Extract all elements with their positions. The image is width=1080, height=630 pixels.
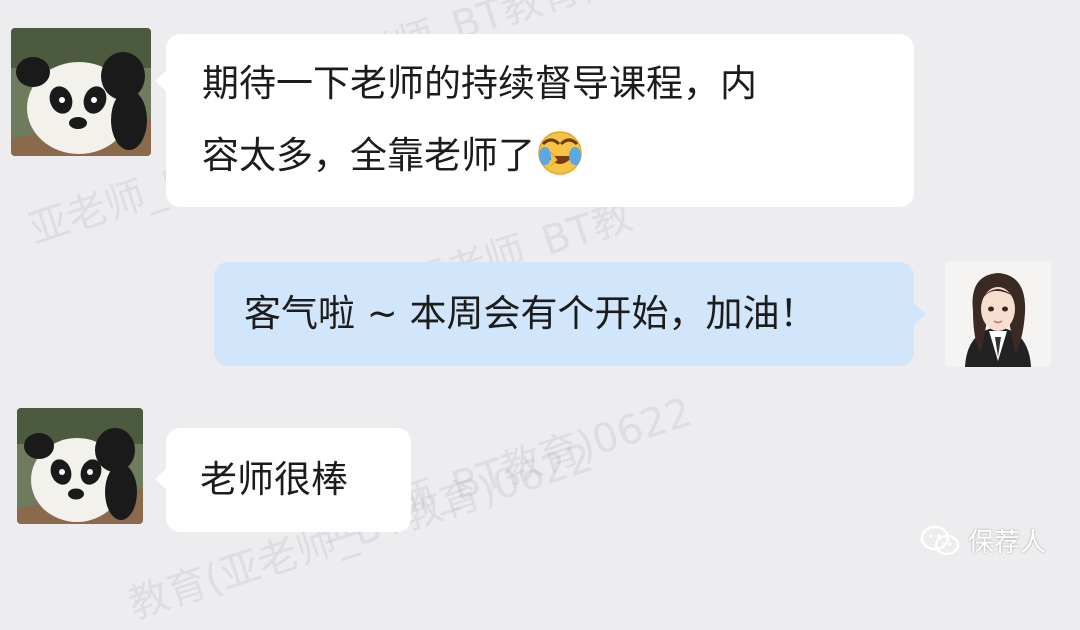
laughing-crying-emoji-icon (538, 131, 582, 175)
sender-avatar-panda[interactable] (17, 408, 143, 524)
message-bubble[interactable]: 期待一下老师的持续督导课程，内 容太多，全靠老师了 (166, 34, 914, 207)
sender-avatar-panda[interactable] (11, 28, 151, 156)
message-text-line: 期待一下老师的持续督导课程，内 (202, 62, 757, 105)
message-text: 客气啦 ~ 本周会有个开始，加油！ (244, 292, 817, 335)
message-bubble[interactable]: 老师很棒 (166, 428, 411, 532)
signature-label: 保荐人 (967, 528, 1046, 558)
user-avatar-woman[interactable] (945, 261, 1051, 367)
message-text: 老师很棒 (200, 458, 348, 501)
message-text-line: 容太多，全靠老师了 (202, 120, 878, 192)
official-account-signature: 保荐人 (920, 522, 1046, 559)
bubble-tail (914, 303, 926, 325)
wechat-official-account-icon (920, 525, 960, 555)
message-bubble[interactable]: 客气啦 ~ 本周会有个开始，加油！ (214, 262, 914, 366)
